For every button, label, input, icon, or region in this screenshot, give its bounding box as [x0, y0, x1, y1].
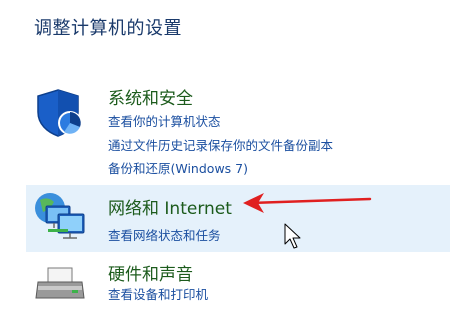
link-view-network-status[interactable]: 查看网络状态和任务: [108, 225, 221, 244]
category-heading[interactable]: 系统和安全: [108, 84, 193, 109]
category-system-security: 系统和安全 查看你的计算机状态 通过文件历史记录保存你的文件备份副本 备份和还原…: [26, 80, 450, 180]
page-title: 调整计算机的设置: [34, 18, 182, 39]
link-view-computer-status[interactable]: 查看你的计算机状态: [108, 111, 221, 130]
shield-icon[interactable]: [34, 86, 88, 140]
link-view-devices-printers[interactable]: 查看设备和打印机: [108, 284, 208, 303]
category-heading[interactable]: 硬件和声音: [108, 260, 193, 285]
printer-icon[interactable]: [34, 264, 88, 318]
network-icon[interactable]: [34, 188, 88, 242]
link-backup-restore[interactable]: 备份和还原(Windows 7): [108, 158, 248, 177]
category-network-internet[interactable]: 网络和 Internet 查看网络状态和任务: [26, 185, 450, 252]
category-hardware-sound: 硬件和声音 查看设备和打印机: [26, 256, 450, 303]
link-file-history-backup[interactable]: 通过文件历史记录保存你的文件备份副本: [108, 135, 333, 154]
category-heading[interactable]: 网络和 Internet: [108, 194, 232, 219]
